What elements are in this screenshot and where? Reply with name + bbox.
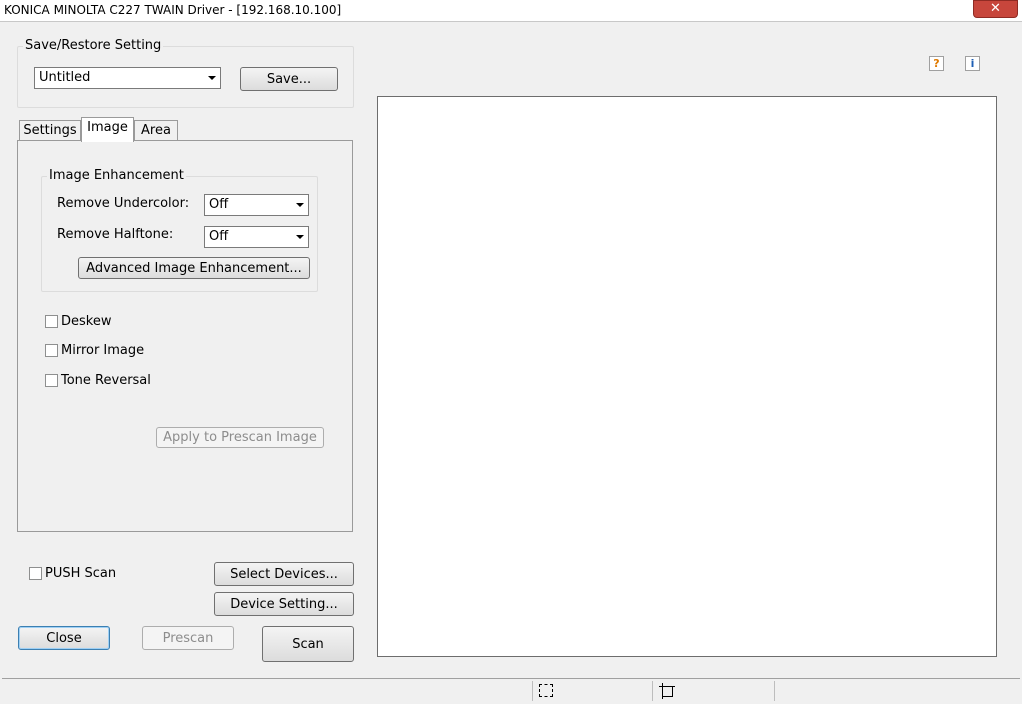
setting-select[interactable]: Untitled [34,67,221,89]
remove-undercolor-value: Off [209,197,229,212]
window-title: KONICA MINOLTA C227 TWAIN Driver - [192.… [4,3,342,17]
save-restore-title: Save/Restore Setting [23,38,164,53]
title-bar: KONICA MINOLTA C227 TWAIN Driver - [192.… [0,0,1022,22]
tab-area[interactable]: Area [134,120,178,141]
chevron-down-icon [208,76,216,80]
deskew-label: Deskew [61,314,112,329]
prescan-button[interactable]: Prescan [142,626,234,650]
remove-halftone-select[interactable]: Off [204,226,309,248]
crop-frame [662,686,673,697]
scan-button[interactable]: Scan [262,626,354,662]
chevron-down-icon [296,203,304,207]
save-button[interactable]: Save... [240,67,338,91]
deskew-checkbox[interactable] [45,315,58,328]
info-icon[interactable]: i [965,56,980,71]
device-setting-button[interactable]: Device Setting... [214,592,354,616]
select-area-icon[interactable] [539,684,553,697]
status-divider [532,681,533,701]
mirror-image-checkbox[interactable] [45,344,58,357]
status-divider [652,681,653,701]
crop-area-icon[interactable] [659,683,675,699]
remove-halftone-value: Off [209,229,229,244]
help-icon[interactable]: ? [929,56,944,71]
status-bar [2,678,1020,702]
status-divider [774,681,775,701]
advanced-image-enhancement-button[interactable]: Advanced Image Enhancement... [78,257,310,279]
push-scan-checkbox[interactable] [29,567,42,580]
remove-halftone-label: Remove Halftone: [57,227,174,242]
apply-to-prescan-button[interactable]: Apply to Prescan Image [156,427,324,448]
tab-settings[interactable]: Settings [19,120,81,141]
tone-reversal-checkbox[interactable] [45,374,58,387]
window-close-button[interactable]: ✕ [973,0,1018,18]
setting-select-value: Untitled [39,70,91,85]
preview-area[interactable] [377,96,997,657]
crop-line [662,683,663,699]
tab-image[interactable]: Image [81,117,134,142]
image-enhancement-title: Image Enhancement [47,168,186,183]
push-scan-label: PUSH Scan [45,566,117,581]
remove-undercolor-label: Remove Undercolor: [57,196,190,211]
tone-reversal-label: Tone Reversal [61,373,151,388]
remove-undercolor-select[interactable]: Off [204,194,309,216]
close-button[interactable]: Close [18,626,110,650]
chevron-down-icon [296,235,304,239]
mirror-image-label: Mirror Image [61,343,145,358]
select-devices-button[interactable]: Select Devices... [214,562,354,586]
